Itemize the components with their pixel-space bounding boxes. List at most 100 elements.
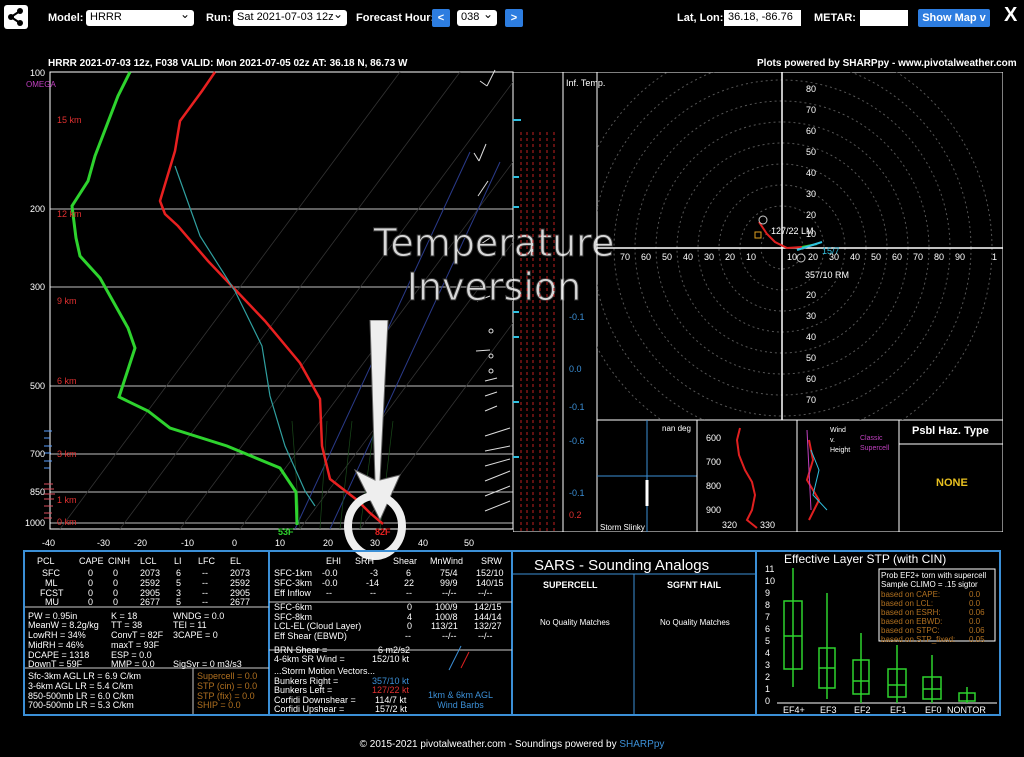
annotation-arrow: [344, 320, 406, 560]
omega-label: OMEGA: [26, 80, 56, 89]
sharppy-link[interactable]: SHARPpy: [619, 739, 664, 750]
table-cell: 0: [88, 597, 94, 607]
temp-tick: -40: [42, 538, 56, 548]
dewpoint-trace: [70, 71, 299, 526]
table-cell: -14: [366, 578, 380, 588]
forecast-hour-label: Forecast Hour:: [356, 12, 435, 24]
hodo-xtick: 90: [955, 252, 966, 262]
surface-dewpoint-label: 53F: [278, 527, 294, 537]
hodo-xtick: 30: [829, 252, 840, 262]
svg-text:-0.1: -0.1: [569, 312, 585, 322]
metar-input[interactable]: [860, 10, 908, 26]
table-cell: 0: [407, 621, 413, 631]
hodo-rings: [597, 72, 993, 420]
top-toolbar: Model: HRRR Run: Sat 2021-07-03 12z Fore…: [0, 0, 1024, 36]
stp-ytick: 9: [765, 588, 771, 598]
table-cell: 132/27: [474, 621, 502, 631]
theta-pressure-label: 900: [706, 505, 722, 515]
wind-height-label: Wind v. Height: [830, 427, 851, 454]
table-cell: 0: [407, 602, 413, 612]
col-header: EL: [230, 556, 242, 566]
stp-ytick: 7: [765, 612, 771, 622]
hodo-xtick: 50: [662, 252, 673, 262]
srwind-label: 4-6km SR Wind =: [274, 654, 345, 664]
table-cell: --: [202, 578, 208, 588]
stp-category: EF1: [890, 705, 907, 715]
show-map-button[interactable]: Show Map v: [918, 9, 990, 27]
hodo-xtick: 50: [871, 252, 882, 262]
table-row: SFC-3km: [274, 578, 312, 588]
stp-ytick: 3: [765, 660, 771, 670]
table-cell: --/--: [478, 631, 493, 641]
latlon-input[interactable]: 36.18, -86.76: [724, 10, 801, 26]
stp-category: NONTOR: [947, 705, 986, 715]
hodo-xtick: 70: [620, 252, 631, 262]
table-cell: 0: [88, 568, 94, 578]
hodo-xtick: 30: [704, 252, 715, 262]
col-header: EHI: [326, 556, 342, 566]
hodo-right-mover: 357/10 RM: [805, 270, 850, 280]
model-select[interactable]: HRRR: [86, 7, 194, 26]
table-cell: 152/10: [476, 568, 504, 578]
table-row: ML: [45, 578, 58, 588]
table-cell: 0: [113, 568, 119, 578]
table-cell: --: [202, 568, 208, 578]
severe-param: STP (cin) = 0.0: [197, 681, 258, 691]
run-select[interactable]: Sat 2021-07-03 12z: [233, 7, 347, 26]
temp-tick: -10: [181, 538, 195, 548]
latlon-label: Lat, Lon:: [677, 12, 724, 24]
svg-text:-0.6: -0.6: [569, 436, 585, 446]
index-value: MeanW = 8.2g/kg: [28, 620, 99, 630]
srwind-value: 152/10 kt: [372, 654, 410, 664]
index-value: LowRH = 34%: [28, 630, 86, 640]
table-cell: --/--: [442, 631, 457, 641]
footer: © 2015-2021 pivotalweather.com - Soundin…: [0, 739, 1024, 750]
table-cell: 140/15: [476, 578, 504, 588]
pressure-label: 200: [30, 204, 46, 214]
hodo-xtick: 70: [913, 252, 924, 262]
next-hour-button[interactable]: >: [505, 9, 523, 27]
hodo-ytick: 20: [806, 290, 817, 300]
theta-pressure-label: 700: [706, 457, 722, 467]
theta-x-label: 330: [760, 520, 776, 530]
sars-hail-header: SGFNT HAIL: [667, 580, 721, 590]
severe-param: SHIP = 0.0: [197, 700, 241, 710]
stp-legend-value: 0.05: [969, 635, 985, 644]
table-cell: 0: [113, 597, 119, 607]
stp-category: EF0: [925, 705, 942, 715]
table-cell: 113/21: [431, 621, 458, 631]
forecast-hour-select[interactable]: 038: [457, 7, 497, 26]
hodo-xtick: 20: [808, 252, 819, 262]
hodo-xtick: 60: [892, 252, 903, 262]
close-icon[interactable]: X: [1004, 4, 1017, 27]
possible-hazard-title: Psbl Haz. Type: [912, 425, 989, 437]
hodo-ring-label: 30: [806, 189, 817, 199]
pressure-label: 300: [30, 282, 46, 292]
table-cell: --/--: [478, 588, 493, 598]
stp-category: EF2: [854, 705, 871, 715]
hodo-ytick: 40: [806, 332, 817, 342]
temp-tick: -30: [97, 538, 111, 548]
model-label: Model:: [48, 12, 84, 24]
hodo-ytick: 60: [806, 374, 817, 384]
col-header: LI: [174, 556, 182, 566]
svg-text:0.2: 0.2: [569, 510, 582, 520]
table-cell: 5: [176, 597, 182, 607]
index-value: DownT = 59F: [28, 659, 83, 669]
previous-hour-button[interactable]: <: [432, 9, 450, 27]
arrow-icon: [353, 320, 401, 522]
svg-text:-0.1: -0.1: [569, 402, 585, 412]
vector-label: Bunkers Left =: [274, 685, 333, 695]
table-cell: 75/4: [440, 568, 458, 578]
vector-value: 127/22 kt: [372, 685, 410, 695]
hodo-ring-label: 80: [806, 84, 817, 94]
svg-text:-0.1: -0.1: [569, 488, 585, 498]
share-button[interactable]: [4, 5, 28, 29]
table-row: SFC-6km: [274, 602, 312, 612]
height-label: 9 km: [57, 296, 77, 306]
lapse-rate: 700-500mb LR = 5.3 C/km: [28, 700, 134, 710]
index-value: ConvT = 82F: [111, 630, 164, 640]
table-cell: 99/9: [440, 578, 458, 588]
col-header: PCL: [37, 556, 55, 566]
table-cell: 2677: [230, 597, 251, 607]
